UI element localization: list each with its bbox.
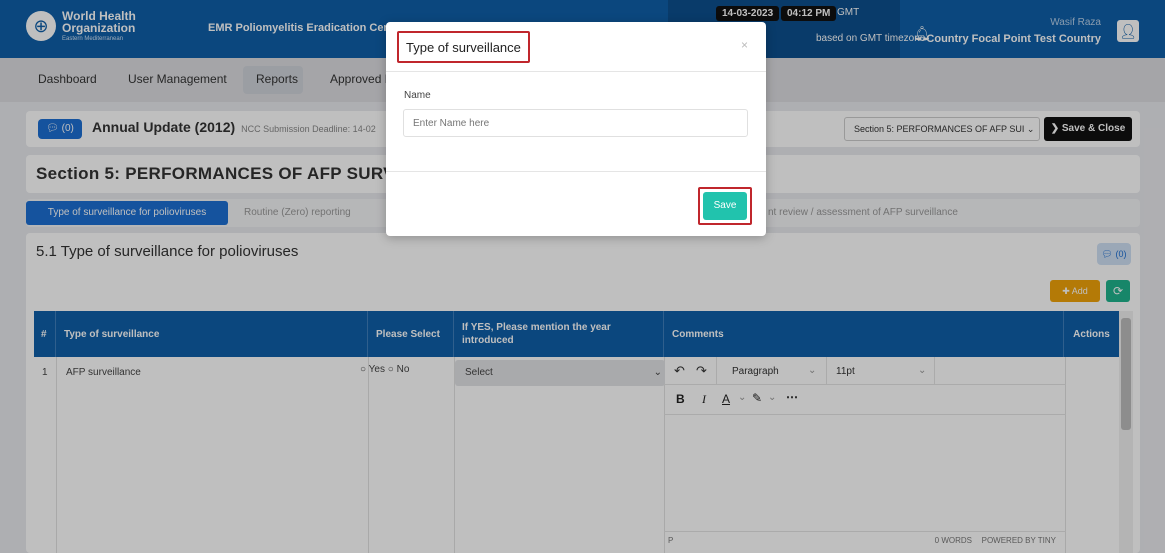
name-field-label: Name: [404, 90, 431, 101]
modal-footer-divider: [386, 171, 766, 172]
save-button[interactable]: Save: [703, 192, 747, 220]
modal-header: Type of surveillance ×: [386, 22, 766, 72]
modal-title: Type of surveillance: [397, 31, 530, 63]
name-input[interactable]: [403, 109, 748, 137]
type-of-surveillance-modal: Type of surveillance × Name Save: [386, 22, 766, 236]
close-icon[interactable]: ×: [741, 38, 748, 52]
